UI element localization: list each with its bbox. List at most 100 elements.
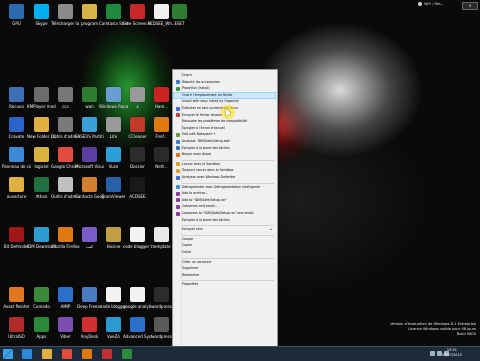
ie-icon[interactable] bbox=[22, 349, 32, 359]
firefox-icon[interactable] bbox=[82, 349, 92, 359]
menu-item-label: Analyser 'IDM(Safe)Setup.exe' bbox=[182, 139, 231, 143]
menu-item-label: Add to "IDM(Safe)Setup.rar" bbox=[182, 197, 227, 202]
menu-item-icon bbox=[176, 86, 180, 91]
app-icon bbox=[130, 317, 145, 332]
menu-item-label: Broyer avec Avast bbox=[182, 152, 211, 157]
app-icon bbox=[154, 287, 169, 302]
camtasia-icon[interactable] bbox=[122, 349, 132, 359]
context-menu-item[interactable]: Add to "IDM(Safe)Setup.rar" bbox=[174, 198, 275, 203]
context-menu-item[interactable]: Analyser avec Windows Defender bbox=[174, 175, 275, 180]
app-icon bbox=[9, 287, 24, 302]
context-menu-item[interactable]: Résoudre les problèmes de compatibilité bbox=[174, 119, 275, 124]
context-menu-item[interactable]: Propriétés bbox=[174, 282, 275, 287]
app-icon bbox=[130, 287, 145, 302]
app-icon bbox=[58, 147, 73, 162]
app-icon bbox=[82, 177, 97, 192]
app-icon bbox=[172, 4, 187, 19]
app-icon bbox=[106, 317, 121, 332]
context-menu-item[interactable]: Lancer Avec la Sandbox bbox=[174, 162, 275, 167]
menu-item-label: Supprimer bbox=[182, 266, 199, 271]
app-icon bbox=[106, 177, 121, 192]
context-menu-item[interactable]: Épingler à l'écran d'accueil bbox=[174, 126, 275, 131]
menu-item-icon bbox=[176, 162, 180, 167]
context-menu-item[interactable]: Épingler à la barre des tâches bbox=[174, 146, 275, 151]
app-icon bbox=[82, 87, 97, 102]
app-icon bbox=[34, 227, 49, 242]
context-menu-item[interactable]: Add to archive... bbox=[174, 191, 275, 196]
menu-separator bbox=[182, 159, 274, 161]
menu-item-icon bbox=[176, 175, 180, 180]
context-menu-item[interactable]: Répartir les accessoires bbox=[174, 80, 275, 85]
app-icon bbox=[34, 117, 49, 132]
menu-item-icon bbox=[176, 191, 180, 196]
desktop-icon[interactable]: ESET bbox=[165, 3, 194, 33]
app-icon bbox=[82, 147, 97, 162]
menu-item-label: Copier bbox=[182, 243, 193, 248]
menu-item-icon bbox=[176, 106, 180, 111]
menu-item-icon bbox=[176, 80, 180, 85]
app-icon bbox=[58, 87, 73, 102]
context-menu-item[interactable]: Proxelfull (Install) bbox=[174, 86, 275, 91]
menu-item-icon bbox=[176, 146, 180, 151]
menu-item-icon bbox=[176, 198, 180, 203]
menu-item-label: Envoyer vers bbox=[182, 227, 203, 232]
explorer-icon[interactable] bbox=[42, 349, 52, 359]
menu-item-label: Add to archive... bbox=[182, 191, 209, 196]
app-icon bbox=[9, 227, 24, 242]
context-menu-item[interactable]: Analyser 'IDM(Safe)Setup.exe' bbox=[174, 139, 275, 144]
app-icon[interactable] bbox=[102, 349, 112, 359]
menu-separator bbox=[182, 280, 274, 282]
context-menu-item[interactable]: Compress and email... bbox=[174, 204, 275, 209]
menu-item-label: Épingler à l'écran d'accueil bbox=[182, 125, 225, 130]
menu-item-icon bbox=[176, 139, 180, 144]
menu-item-label: Propriétés bbox=[182, 282, 199, 287]
menu-item-label: Créer un raccourci bbox=[182, 259, 212, 264]
app-icon bbox=[106, 87, 121, 102]
context-menu-item[interactable]: Defragmenter avec Defragmentation intell… bbox=[174, 185, 275, 190]
context-menu-item[interactable]: Supprimer bbox=[174, 266, 275, 271]
context-menu-item[interactable]: Compress to "IDM(Safe)Setup.rar" and ema… bbox=[174, 211, 275, 216]
app-icon bbox=[154, 227, 169, 242]
menu-item-label: Ouvrir bbox=[182, 73, 192, 77]
app-icon bbox=[130, 177, 145, 192]
context-menu-item[interactable]: Épingler à la barre des tâches bbox=[174, 218, 275, 223]
context-menu-item[interactable]: Broyer avec Avast bbox=[174, 152, 275, 157]
app-icon bbox=[58, 317, 73, 332]
desktop[interactable]: GPUSkypeTélécharger la version du ...pro… bbox=[0, 0, 480, 346]
close-button[interactable]: ✕ bbox=[462, 2, 478, 10]
context-menu-item[interactable]: Ouvrir bbox=[174, 73, 275, 78]
app-icon bbox=[130, 147, 145, 162]
network-icon bbox=[418, 2, 422, 6]
context-menu-item[interactable]: Couper bbox=[174, 237, 275, 242]
app-icon bbox=[34, 177, 49, 192]
menu-item-label: Ouvrir l'emplacement du fichier bbox=[182, 92, 233, 97]
app-icon bbox=[34, 287, 49, 302]
context-menu-item[interactable]: Copier bbox=[174, 243, 275, 248]
chrome-icon[interactable] bbox=[62, 349, 72, 359]
context-menu-item[interactable]: Envoyer vers ▸ bbox=[174, 227, 275, 232]
clock[interactable]: 15:51 05/07/2015 bbox=[442, 348, 462, 358]
app-icon bbox=[9, 177, 24, 192]
menu-item-label: Lancer Avec la Sandbox bbox=[182, 161, 221, 166]
desktop-icon[interactable]: ACDSEE bbox=[123, 176, 152, 206]
context-menu-item[interactable]: Toujours lancer dans la Sandbox bbox=[174, 168, 275, 173]
menu-item-label: Répartir les accessoires bbox=[182, 79, 220, 84]
start-button[interactable] bbox=[3, 349, 13, 359]
watermark-line3: Build 9600 bbox=[456, 332, 476, 336]
flag-icon[interactable] bbox=[430, 351, 435, 356]
context-menu-item[interactable]: Ouvrir l'emplacement du fichier bbox=[173, 91, 276, 99]
menu-item-label: Compress to "IDM(Safe)Setup.rar" and ema… bbox=[182, 211, 254, 215]
context-menu-item[interactable]: Créer un raccourci bbox=[174, 260, 275, 265]
app-icon bbox=[154, 87, 169, 102]
menu-item-label: Install with easy install by Organize bbox=[182, 99, 239, 104]
app-icon bbox=[106, 4, 121, 19]
context-menu-item[interactable]: Coller bbox=[174, 250, 275, 255]
app-icon bbox=[82, 317, 97, 332]
context-menu-item[interactable]: Renommer bbox=[174, 273, 275, 278]
menu-item-icon bbox=[176, 185, 180, 190]
context-menu-item[interactable]: Edit with Notepad++ bbox=[174, 132, 275, 137]
menu-item-label: Épingler à la barre des tâches bbox=[182, 145, 230, 150]
submenu-arrow-icon: ▸ bbox=[270, 227, 272, 232]
desktop-icon-label: ACDSEE bbox=[129, 194, 146, 199]
menu-item-icon bbox=[176, 152, 180, 157]
